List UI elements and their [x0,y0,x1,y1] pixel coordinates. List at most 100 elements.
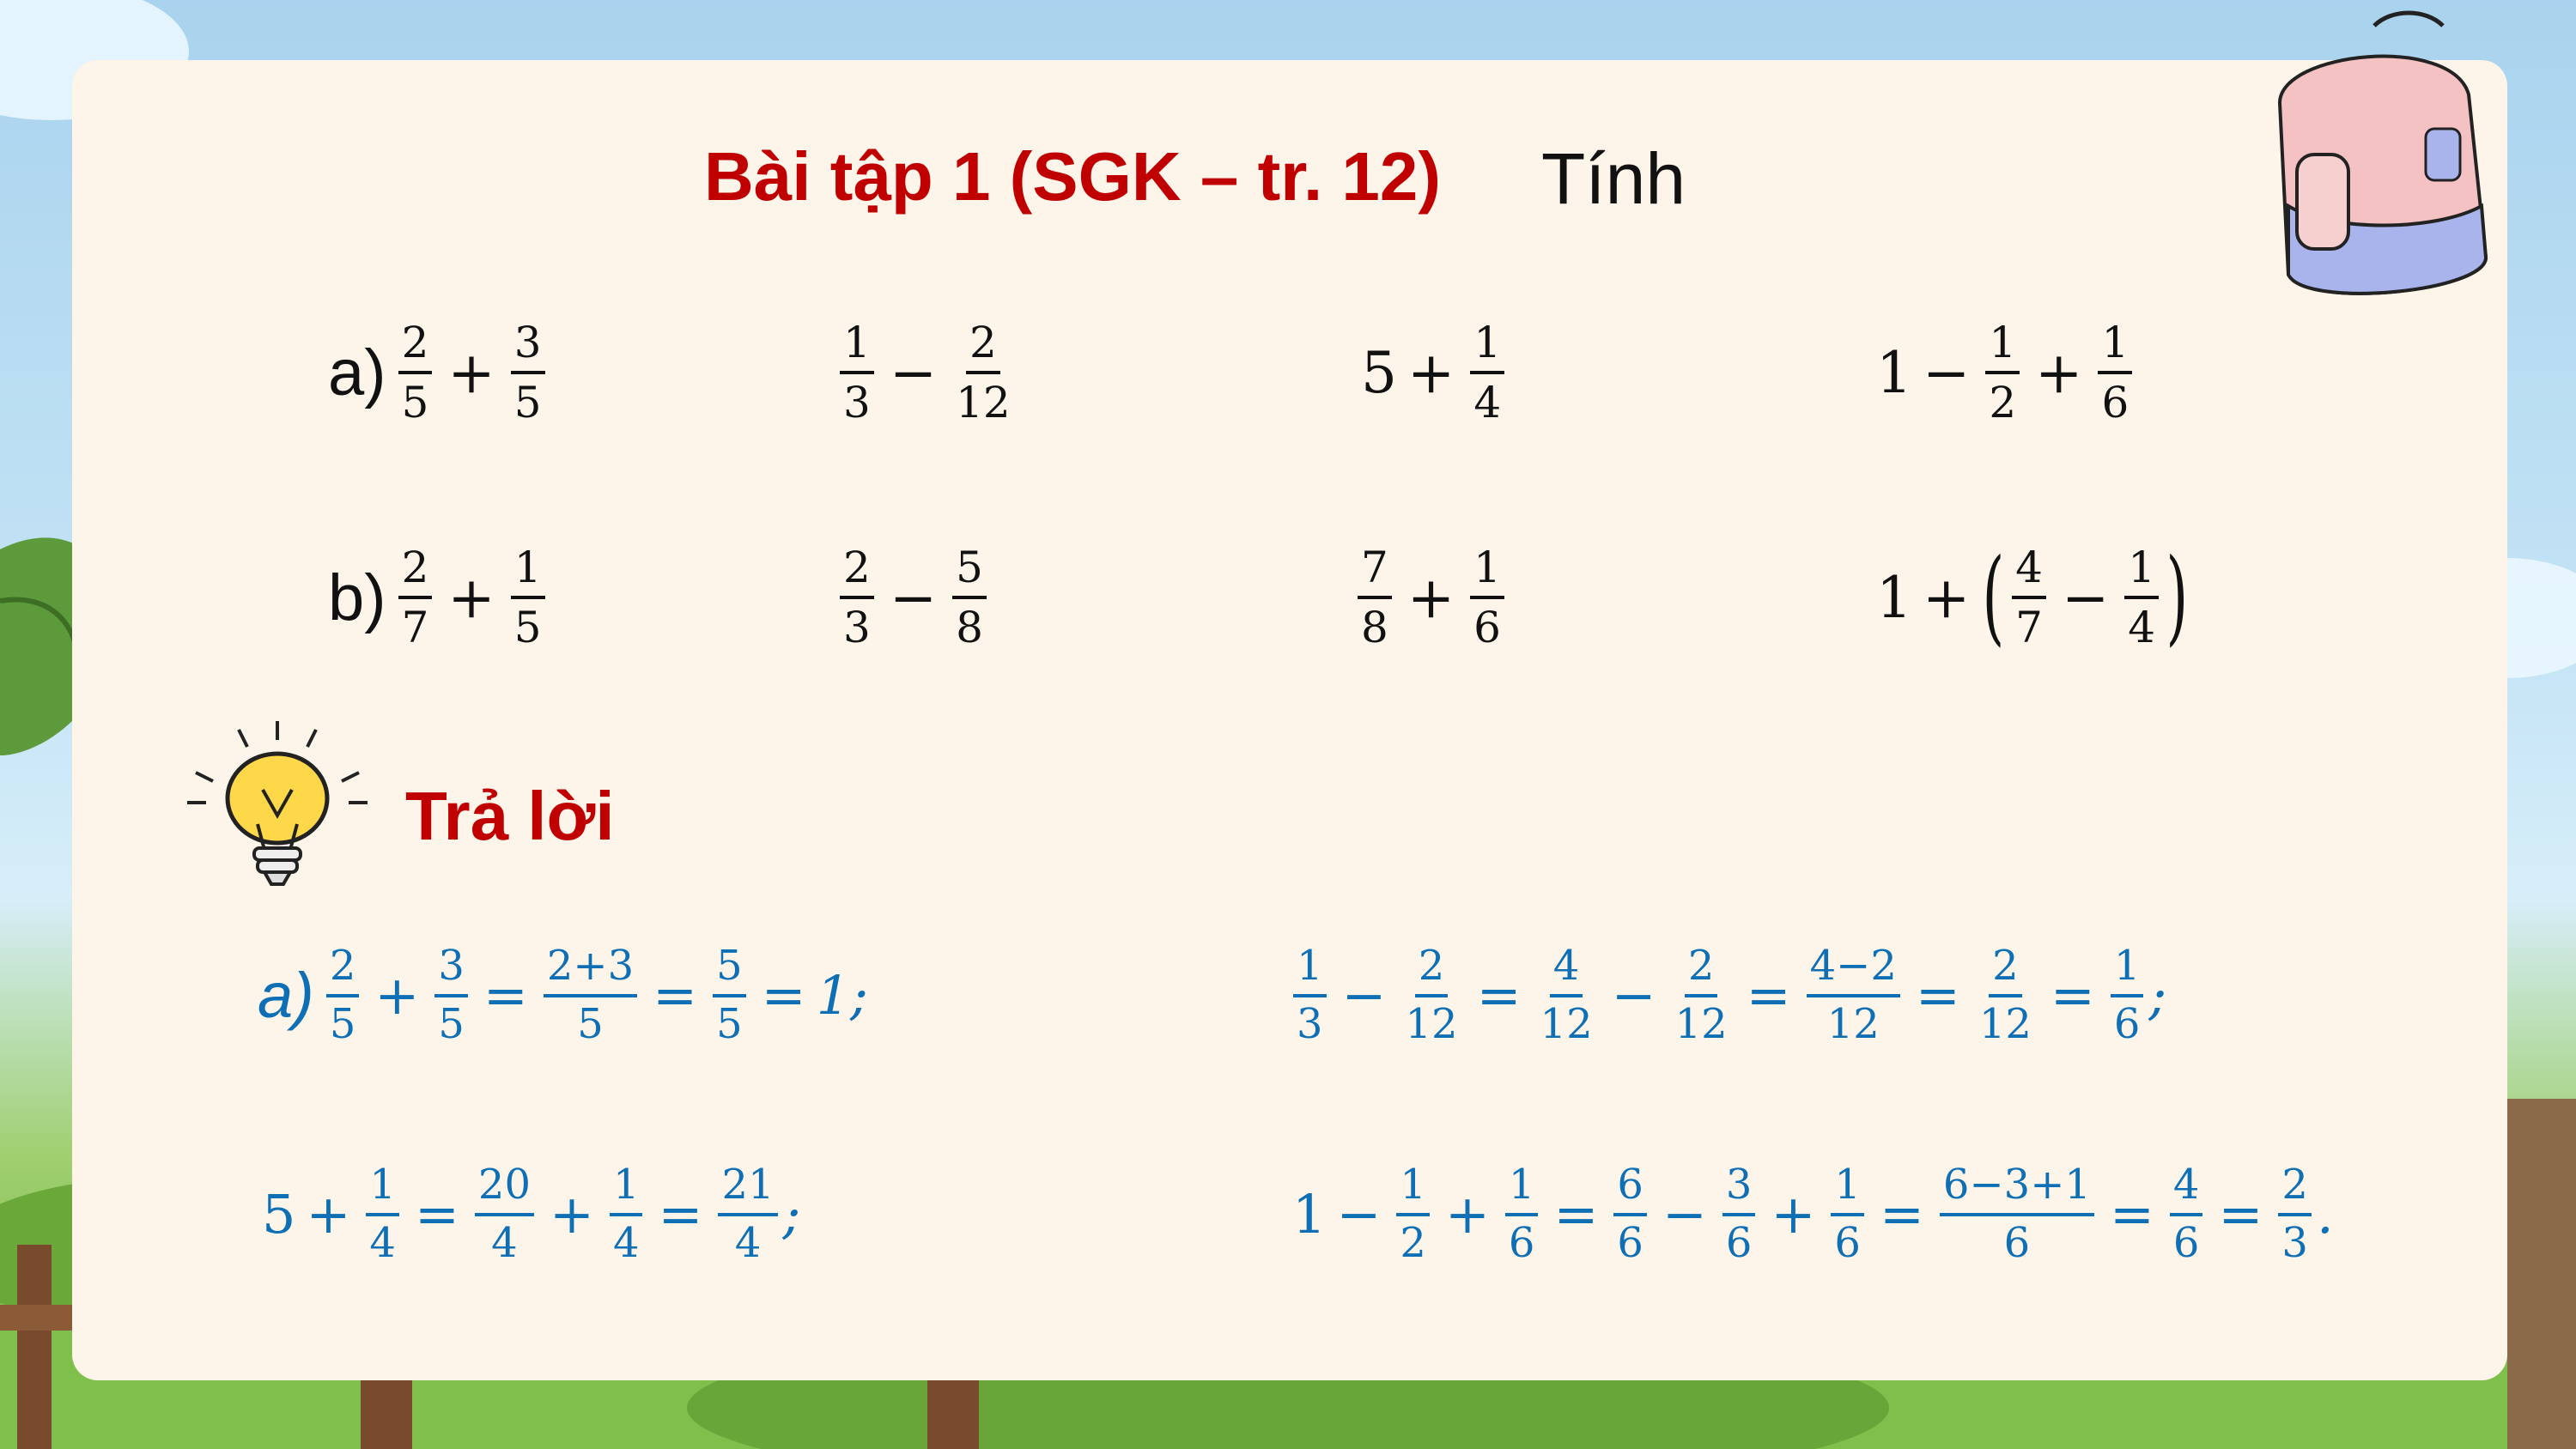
denominator: 5 [577,999,604,1048]
fraction: 25 [398,319,433,426]
denominator: 12 [956,378,1011,427]
fraction: 23 [2278,1162,2312,1266]
numerator: 1 [1831,1162,1864,1216]
denominator: 2 [1400,1218,1426,1267]
numerator: 6−3+1 [1939,1162,2094,1216]
denominator: 4 [2128,603,2156,652]
numerator: 1 [609,1162,643,1216]
fraction: 4 12 [1537,943,1596,1048]
fraction: 14 [366,1162,399,1266]
numerator: 5 [952,544,987,599]
integer: 5 [262,1183,296,1246]
operator: + [374,964,420,1028]
numerator: 2 [325,943,360,997]
numerator: 2+3 [543,943,638,997]
right-paren: ) [2166,537,2189,657]
integer: 1 [1876,564,1912,631]
expression-a4: 1 − 12 + 16 [1876,319,2137,426]
fraction: 12 [1985,319,2020,426]
integer: 1 [1292,1183,1327,1246]
operator: = [483,964,528,1028]
operator: + [2035,339,2083,406]
fraction: 6−3+1 6 [1939,1162,2094,1266]
fraction: 16 [2098,319,2133,426]
left-paren: ( [1982,537,2005,657]
result: 1; [816,964,868,1028]
fraction: 21 4 [718,1162,778,1266]
denominator: 4 [1473,378,1502,427]
fraction: 16 [1831,1162,1864,1266]
denominator: 3 [843,378,871,427]
denominator: 5 [401,378,429,427]
expression-a2: 13 − 2 12 [835,319,1019,426]
denominator: 8 [956,603,983,652]
fraction: 2 12 [1672,943,1731,1048]
denominator: 6 [1508,1218,1535,1267]
numerator: 2 [1989,943,2022,997]
numerator: 1 [1470,544,1504,599]
denominator: 12 [1978,999,2032,1048]
fraction: 2 12 [1976,943,2035,1048]
answer-a2: 13 − 2 12 = 4 12 − 2 12 = 4−2 12 = 2 12 = 16 … [1288,943,2166,1048]
operator: = [2050,964,2095,1028]
denominator: 5 [513,378,542,427]
denominator: 12 [1540,999,1593,1048]
operator: = [761,964,806,1028]
fraction: 2+3 5 [543,943,638,1048]
denominator: 7 [401,603,429,652]
numerator: 1 [366,1162,399,1216]
numerator: 3 [434,943,468,997]
fraction: 14 [1470,319,1505,427]
integer: 1 [1876,339,1912,406]
fraction: 13 [1293,943,1327,1047]
denominator: 5 [329,999,356,1048]
expression-a3: 5 + 14 [1361,319,1510,426]
numerator: 4 [2169,1162,2203,1216]
numerator: 1 [1504,1162,1539,1216]
fraction: 66 [1613,1162,1647,1266]
punctuation: ; [782,1183,801,1246]
fraction: 16 [1470,544,1504,651]
operator: + [1444,1183,1490,1246]
denominator: 12 [1826,999,1880,1048]
numerator: 1 [2110,943,2144,997]
operator: − [1611,964,1656,1028]
fraction: 23 [840,544,874,651]
operator: + [549,1183,594,1246]
denominator: 7 [2015,603,2043,652]
fraction: 12 [1396,1162,1430,1267]
numerator: 4−2 [1806,943,1900,997]
fraction: 27 [398,544,433,651]
operator: − [2061,564,2110,631]
fraction: 25 [325,943,360,1048]
answer-a3: 5 + 14 = 20 4 + 14 = 21 4 ; [262,1162,801,1267]
denominator: 3 [843,603,871,652]
operator: = [1746,964,1791,1028]
operator: − [1341,964,1387,1028]
numerator: 2 [398,319,433,374]
operator: = [2218,1183,2263,1246]
denominator: 6 [2172,1218,2200,1267]
numerator: 21 [718,1162,778,1216]
numerator: 5 [713,943,746,997]
fraction: 58 [952,544,987,651]
numerator: 7 [1358,544,1392,599]
operator: − [889,339,938,406]
denominator: 5 [438,999,465,1048]
operator: = [2109,1183,2154,1246]
numerator: 4 [2012,544,2046,599]
operator: = [1476,964,1522,1028]
operator: − [1662,1183,1707,1246]
denominator: 4 [612,1218,640,1267]
denominator: 12 [1405,999,1458,1048]
denominator: 12 [1674,999,1728,1048]
fraction: 46 [2169,1162,2203,1267]
numerator: 2 [2278,1162,2312,1216]
fraction: 2 12 [1402,943,1461,1048]
answer-a1: a) 25 + 35 = 2+3 5 = 55 = 1; [258,943,868,1048]
part-label-a: a) [328,336,386,409]
exercise-instruction: Tính [1541,138,1686,219]
operator: − [1923,339,1971,406]
fraction: 36 [1722,1162,1756,1266]
fraction: 15 [510,544,545,651]
